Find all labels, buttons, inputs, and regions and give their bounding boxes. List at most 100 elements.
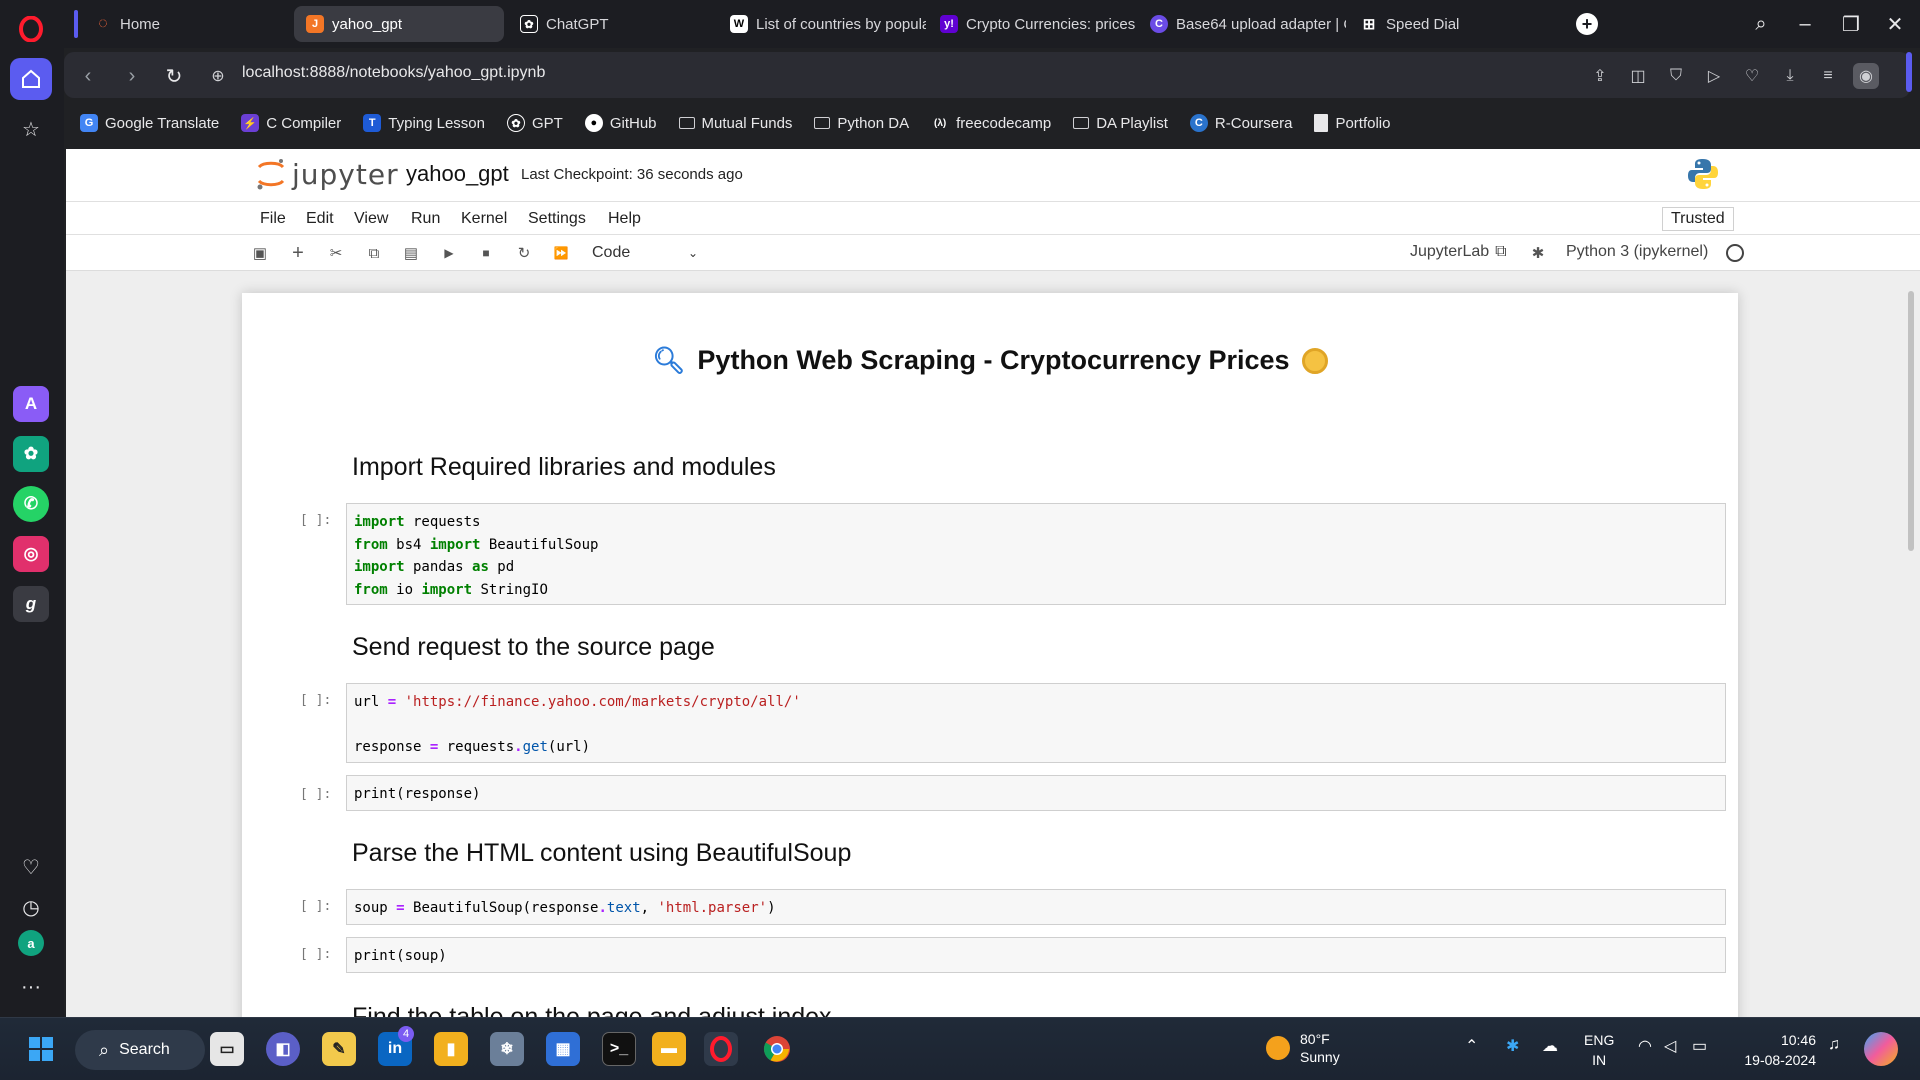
chevron-up-icon[interactable]: ⌃ [1465,1036,1478,1056]
bookmark-r-coursera[interactable]: C R-Coursera [1189,114,1292,132]
code-cell-request[interactable]: url = 'https://finance.yahoo.com/markets… [346,683,1726,763]
reload-icon[interactable]: ↻ [160,62,188,90]
teams-meet-icon[interactable]: ◧ [266,1032,300,1066]
bookmark-portfolio[interactable]: Portfolio [1314,114,1390,132]
code-cell-print-soup[interactable]: print(soup) [346,937,1726,973]
menu-view[interactable]: View [354,210,388,228]
profile-icon[interactable]: ◉ [1853,63,1879,89]
snowflake-icon[interactable]: ❄ [490,1032,524,1066]
star-icon[interactable]: ☆ [10,108,52,150]
menu-file[interactable]: File [260,210,286,228]
menu-kernel[interactable]: Kernel [461,210,507,228]
copilot-icon[interactable] [1864,1032,1898,1066]
opera-icon[interactable] [704,1032,738,1066]
bookmark-da-playlist[interactable]: DA Playlist [1073,115,1168,132]
history-icon[interactable]: ◷ [10,886,52,928]
easy-setup-icon[interactable]: ≡ [1815,63,1841,89]
chrome-icon[interactable] [760,1032,794,1066]
bookmark-c-compiler[interactable]: ⚡ C Compiler [241,114,341,132]
insert-cell-icon[interactable]: + [286,241,310,265]
kernel-name[interactable]: Python 3 (ipykernel) [1566,243,1708,261]
heading-import[interactable]: Import Required libraries and modules [352,453,776,482]
menu-help[interactable]: Help [608,210,641,228]
task-view-icon[interactable]: ▭ [210,1032,244,1066]
instagram-icon[interactable]: ◎ [13,536,49,572]
bookmark-google-translate[interactable]: G Google Translate [80,114,219,132]
trusted-indicator[interactable]: Trusted [1662,207,1734,231]
run-icon[interactable]: ▶ [437,241,461,265]
close-icon[interactable]: ✕ [1878,8,1912,40]
tab-wikipedia[interactable]: W List of countries by popula [718,6,926,42]
menu-settings[interactable]: Settings [528,210,586,228]
heading-request[interactable]: Send request to the source page [352,633,715,662]
tab-home[interactable]: ◌ Home [82,6,292,42]
send-icon[interactable]: ▷ [1701,63,1727,89]
bookmark-mutual-funds[interactable]: Mutual Funds [678,115,792,132]
heading-parse[interactable]: Parse the HTML content using BeautifulSo… [352,839,851,868]
windows-start-icon[interactable] [24,1032,58,1066]
restart-run-all-icon[interactable]: ⏩ [549,241,573,265]
save-icon[interactable]: ▣ [248,241,272,265]
snapshot-icon[interactable]: ◫ [1625,63,1651,89]
vpn-shield-icon[interactable]: ⛉ [1663,63,1689,89]
cell-type-select[interactable]: Code ⌄ [592,241,702,265]
code-cell-imports[interactable]: import requests from bs4 import Beautifu… [346,503,1726,605]
volume-icon[interactable]: ◁ [1664,1036,1676,1056]
weather-widget[interactable]: 80°F Sunny [1266,1030,1340,1066]
onedrive-cloud-icon[interactable]: ☁ [1542,1036,1558,1056]
minimize-icon[interactable]: – [1788,8,1822,40]
chatgpt-icon[interactable]: ✿ [13,436,49,472]
code-cell-soup[interactable]: soup = BeautifulSoup(response.text, 'htm… [346,889,1726,925]
share-icon[interactable]: ⇪ [1587,63,1613,89]
bookmark-gpt[interactable]: ✿ GPT [507,114,563,132]
terminal-icon[interactable]: >_ [602,1032,636,1066]
tab-speed-dial[interactable]: ⊞ Speed Dial [1348,6,1528,42]
bluetooth-icon[interactable]: ✱ [1506,1036,1519,1056]
jupyterlab-link[interactable]: JupyterLab ⧉ [1410,243,1507,261]
clock[interactable]: 10:46 19-08-2024 [1736,1030,1816,1070]
search-tabs-icon[interactable]: ⌕ [1744,8,1778,40]
more-icon[interactable]: ··· [10,966,52,1008]
heart-icon[interactable]: ♡ [10,846,52,888]
powerbi-icon[interactable]: ▮ [434,1032,468,1066]
new-tab-icon[interactable]: + [1570,8,1604,40]
app-icon[interactable]: a [18,930,44,956]
stop-icon[interactable]: ■ [474,241,498,265]
jupyter-logo[interactable]: jupyter [256,157,399,191]
favorite-heart-icon[interactable]: ♡ [1739,63,1765,89]
notebook-name[interactable]: yahoo_gpt [406,161,509,187]
back-icon[interactable]: ‹ [74,62,102,90]
notes-icon[interactable]: ✎ [322,1032,356,1066]
bookmark-python-da[interactable]: Python DA [814,115,909,132]
restart-icon[interactable]: ↻ [512,241,536,265]
menu-edit[interactable]: Edit [306,210,334,228]
whatsapp-icon[interactable]: ✆ [13,486,49,522]
notification-bell-icon[interactable]: ♫ [1828,1036,1840,1054]
tab-base64[interactable]: C Base64 upload adapter | C [1138,6,1346,42]
opera-menu-icon[interactable] [10,8,52,50]
site-info-icon[interactable]: ⊕ [204,62,232,90]
tab-yahoo-gpt[interactable]: J yahoo_gpt [294,6,504,42]
store-icon[interactable]: ▦ [546,1032,580,1066]
bookmark-freecodecamp[interactable]: (λ) freecodecamp [931,114,1051,132]
cut-icon[interactable]: ✂ [324,241,348,265]
debugger-bug-icon[interactable]: ✱ [1526,241,1550,265]
copy-icon[interactable]: ⧉ [362,241,386,265]
bookmark-typing-lesson[interactable]: T Typing Lesson [363,114,485,132]
url-field[interactable]: localhost:8888/notebooks/yahoo_gpt.ipynb [242,64,545,82]
restore-icon[interactable]: ❐ [1834,8,1868,40]
paste-icon[interactable]: ▤ [399,241,423,265]
scrollbar-thumb[interactable] [1908,291,1914,551]
notebook-title[interactable]: 🔍︎ Python Web Scraping - Cryptocurrency … [242,345,1738,376]
language-indicator[interactable]: ENG IN [1584,1030,1614,1070]
tab-yahoo-crypto[interactable]: y! Crypto Currencies: prices, [928,6,1136,42]
forward-icon[interactable]: › [118,62,146,90]
scrollbar[interactable] [1908,279,1916,1019]
aria-icon[interactable]: A [13,386,49,422]
file-explorer-icon[interactable]: ▬ [652,1032,686,1066]
tab-chatgpt[interactable]: ✿ ChatGPT [508,6,716,42]
battery-icon[interactable]: ▭ [1692,1036,1707,1056]
taskbar-search[interactable]: ⌕ Search [75,1030,205,1070]
menu-run[interactable]: Run [411,210,440,228]
code-cell-print-response[interactable]: print(response) [346,775,1726,811]
